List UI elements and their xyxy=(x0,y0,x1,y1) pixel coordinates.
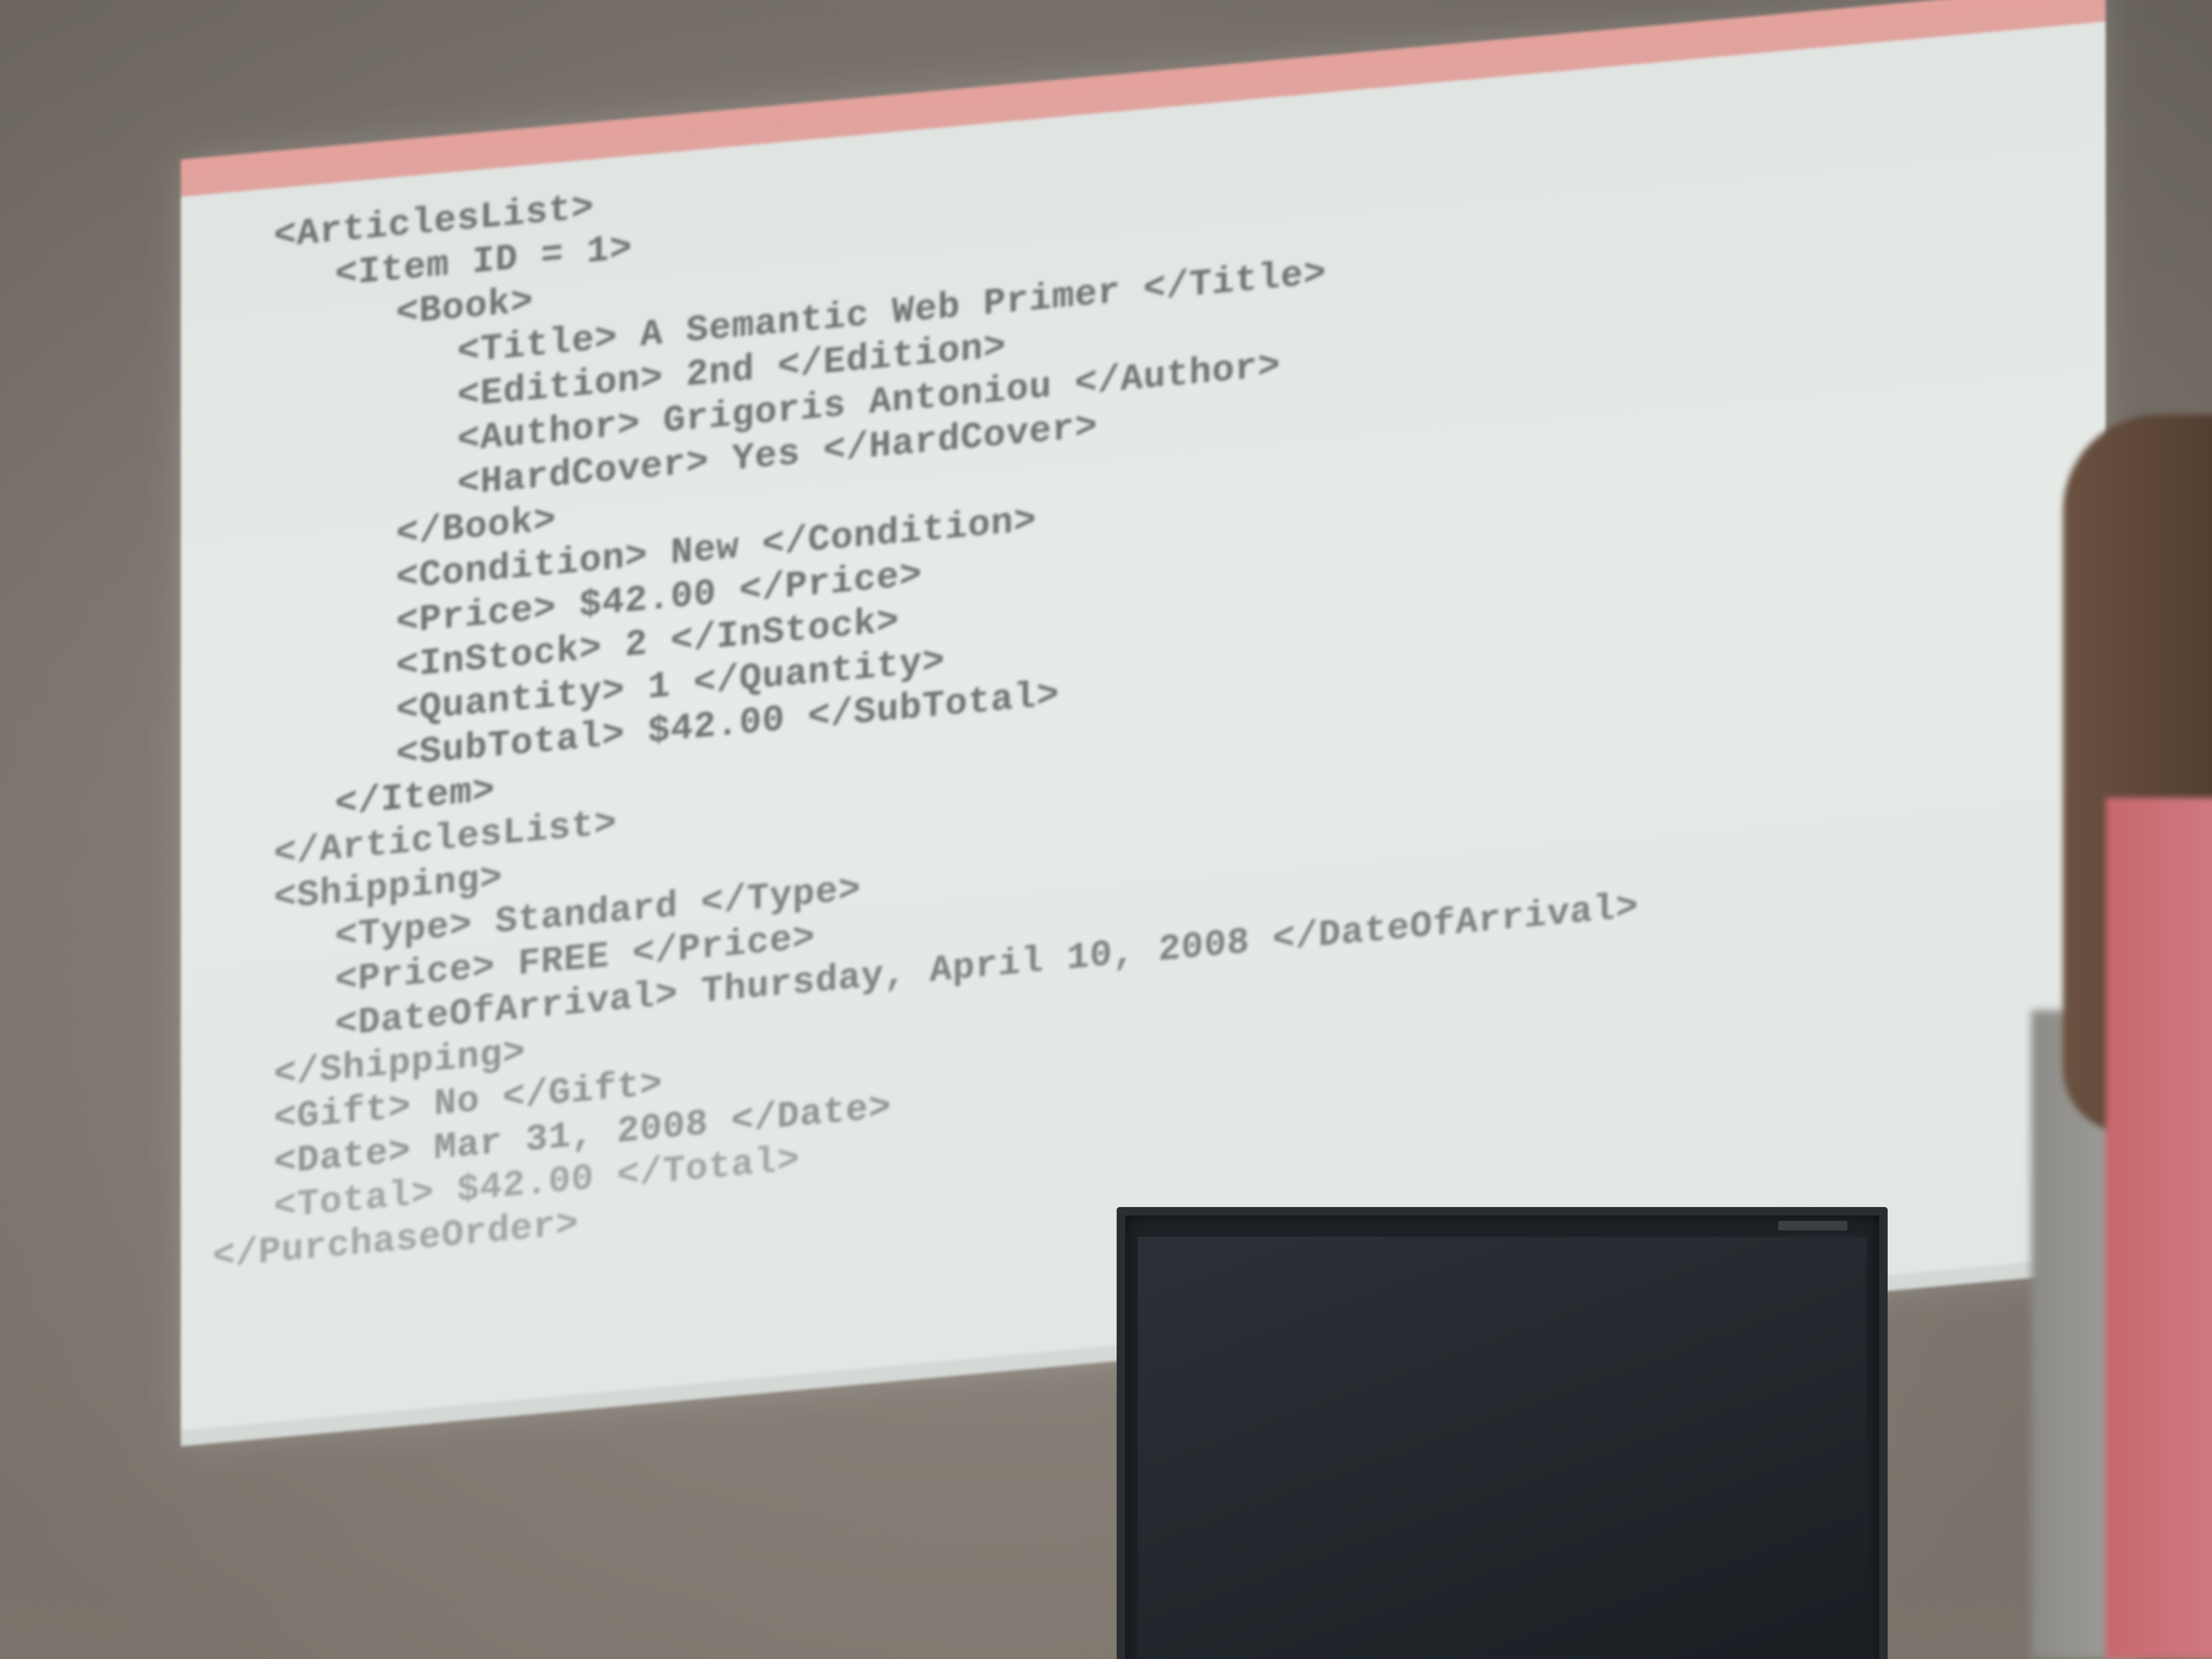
foreground-monitor xyxy=(1117,1207,1888,1659)
monitor-screen xyxy=(1138,1237,1866,1659)
monitor-logo xyxy=(1778,1221,1847,1230)
person-shirt xyxy=(2106,798,2212,1659)
xml-code-block: <ArticlesList> <Item ID = 1> <Book> <Title>… xyxy=(181,48,2106,1283)
